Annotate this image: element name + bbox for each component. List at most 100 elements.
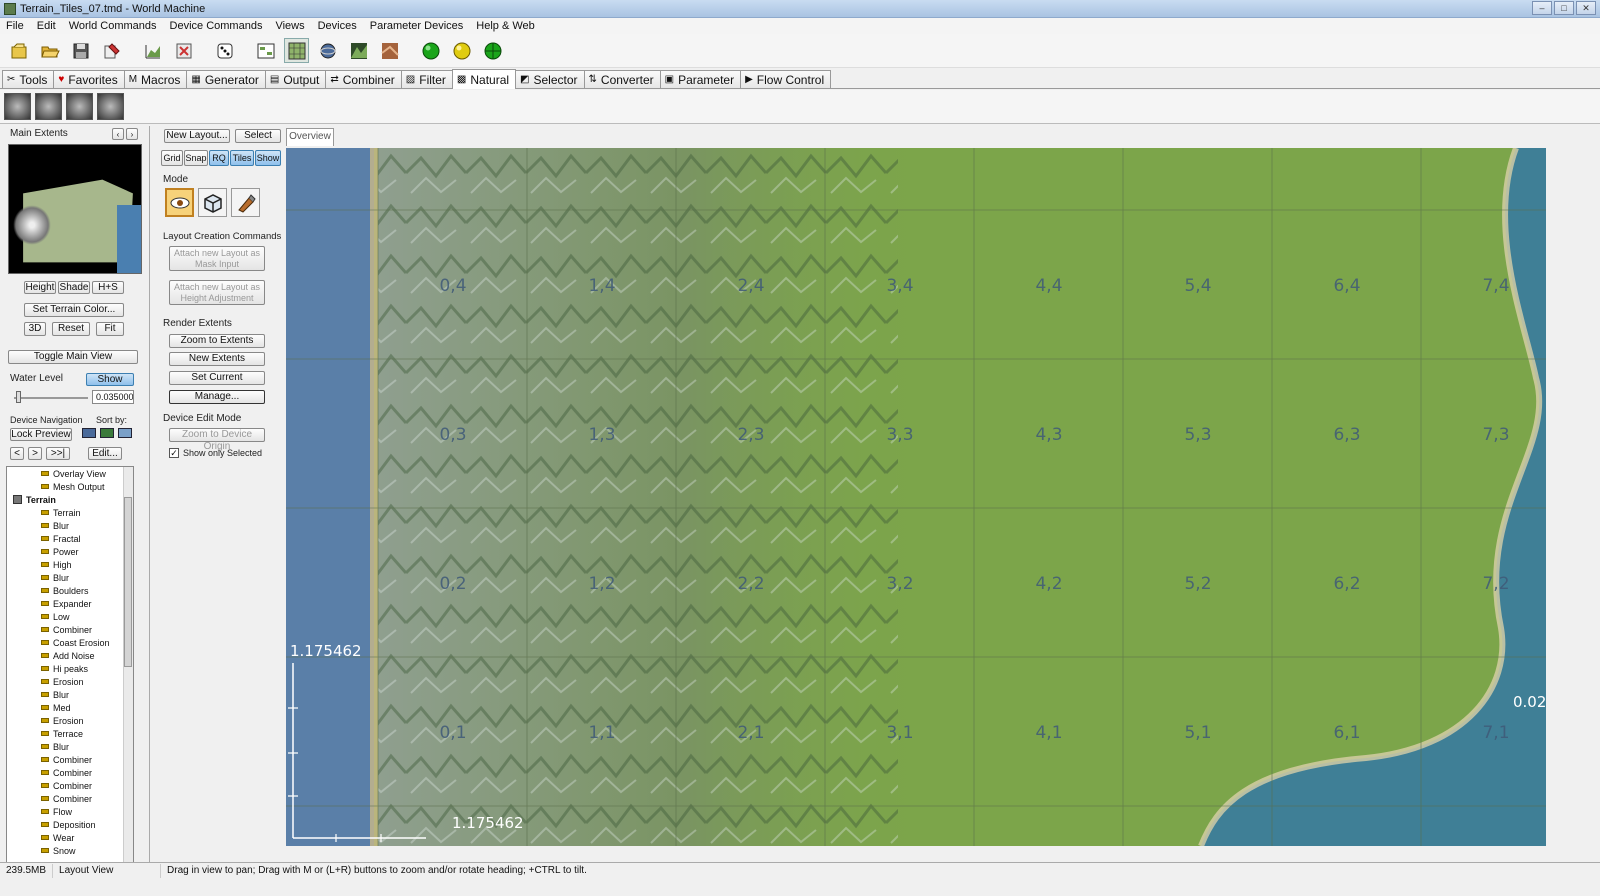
water-slider-handle[interactable]	[16, 391, 21, 403]
view-mode-button[interactable]	[165, 188, 194, 217]
sort-name-icon[interactable]	[118, 428, 132, 438]
paint-mode-button[interactable]	[231, 188, 260, 217]
tree-item[interactable]: Terrain	[7, 506, 133, 519]
tree-item[interactable]: Power	[7, 545, 133, 558]
hs-view-button[interactable]: H+S	[92, 281, 124, 294]
tree-item[interactable]: Blur	[7, 688, 133, 701]
rq-toggle[interactable]: RQ	[209, 150, 229, 166]
tab-selector[interactable]: ◩ Selector	[515, 70, 585, 88]
tab-filter[interactable]: ▨ Filter	[400, 70, 453, 88]
water-level-slider[interactable]	[14, 397, 88, 399]
maximize-button[interactable]: □	[1554, 1, 1574, 15]
coastal-erosion-device-icon[interactable]	[66, 93, 93, 120]
tree-item[interactable]: Combiner	[7, 779, 133, 792]
nav-back-button[interactable]: <	[10, 447, 24, 460]
nav-last-button[interactable]: >>|	[46, 447, 70, 460]
tab-macros[interactable]: M Macros	[123, 70, 188, 88]
snap-toggle[interactable]: Snap	[184, 150, 208, 166]
tree-item[interactable]: Mesh Output	[7, 480, 133, 493]
tree-item[interactable]: Erosion	[7, 675, 133, 688]
3d-button[interactable]: 3D	[24, 322, 46, 336]
tree-item[interactable]: Wear	[7, 831, 133, 844]
close-button[interactable]: ✕	[1576, 1, 1596, 15]
tab-flow-control[interactable]: ▶ Flow Control	[740, 70, 832, 88]
tab-natural[interactable]: ▩ Natural	[451, 69, 517, 89]
tab-converter[interactable]: ⇅ Converter	[583, 70, 661, 88]
sort-list-icon[interactable]	[82, 428, 96, 438]
snow-device-icon[interactable]	[97, 93, 124, 120]
grid-toggle[interactable]: Grid	[161, 150, 183, 166]
tab-generator[interactable]: ▦ Generator	[186, 70, 266, 88]
tree-item[interactable]: Overlay View	[7, 467, 133, 480]
new-file-icon[interactable]	[6, 38, 31, 63]
lock-preview-button[interactable]: Lock Preview	[10, 428, 72, 441]
height-view-button[interactable]: Height	[24, 281, 56, 294]
minimize-button[interactable]: –	[1532, 1, 1552, 15]
tab-combiner[interactable]: ⇄ Combiner	[325, 70, 402, 88]
show-toggle[interactable]: Show	[255, 150, 281, 166]
tree-item[interactable]: Blur	[7, 571, 133, 584]
tree-item[interactable]: Add Noise	[7, 649, 133, 662]
tree-item[interactable]: High	[7, 558, 133, 571]
menu-devices[interactable]: Devices	[318, 20, 357, 32]
nav-forward-button[interactable]: >	[28, 447, 42, 460]
tree-item[interactable]: Combiner	[7, 623, 133, 636]
box-mode-button[interactable]	[198, 188, 227, 217]
tab-favorites[interactable]: ♥ Favorites	[53, 70, 125, 88]
toggle-main-view-button[interactable]: Toggle Main View	[8, 350, 138, 364]
tree-item[interactable]: Combiner	[7, 766, 133, 779]
edit-button[interactable]: Edit...	[88, 447, 122, 460]
select-button[interactable]: Select	[235, 129, 281, 143]
world-3d-icon[interactable]	[315, 38, 340, 63]
tree-item[interactable]: Blur	[7, 519, 133, 532]
texture-view-icon[interactable]	[377, 38, 402, 63]
zoom-to-extents-button[interactable]: Zoom to Extents	[169, 334, 265, 348]
thermal-weathering-device-icon[interactable]	[35, 93, 62, 120]
tree-item[interactable]: Low	[7, 610, 133, 623]
build-status-green-icon[interactable]	[418, 38, 443, 63]
device-view-icon[interactable]	[253, 38, 278, 63]
menu-world-commands[interactable]: World Commands	[69, 20, 157, 32]
menu-help-web[interactable]: Help & Web	[476, 20, 535, 32]
tree-item[interactable]: Fractal	[7, 532, 133, 545]
tab-overview[interactable]: Overview	[286, 128, 334, 146]
tree-scrollbar[interactable]	[123, 467, 133, 865]
tree-item[interactable]: Snow	[7, 844, 133, 857]
build-selected-icon[interactable]	[171, 38, 196, 63]
build-icon[interactable]	[140, 38, 165, 63]
save-as-icon[interactable]	[99, 38, 124, 63]
new-layout-button[interactable]: New Layout...	[164, 129, 230, 143]
shade-view-button[interactable]: Shade	[58, 281, 90, 294]
tab-tools[interactable]: ✂ Tools	[2, 70, 55, 88]
set-terrain-color-button[interactable]: Set Terrain Color...	[24, 303, 124, 317]
fit-button[interactable]: Fit	[96, 322, 124, 336]
tree-item[interactable]: Blur	[7, 740, 133, 753]
random-seed-icon[interactable]	[212, 38, 237, 63]
layout-view-canvas[interactable]: 0,4 1,4 2,4 3,4 4,4 5,4 6,4 7,4 0,3 1,3 2,3 3,3 4,3 5…	[286, 148, 1546, 846]
device-tree[interactable]: Overlay View Mesh Output Terrain Terrain Blu…	[6, 466, 134, 866]
reset-button[interactable]: Reset	[52, 322, 90, 336]
tree-item[interactable]: Expander	[7, 597, 133, 610]
tree-group[interactable]: Terrain	[7, 493, 133, 506]
build-status-yellow-icon[interactable]	[449, 38, 474, 63]
main-preview[interactable]	[8, 144, 142, 274]
tiles-toggle[interactable]: Tiles	[230, 150, 254, 166]
tab-parameter[interactable]: ▣ Parameter	[659, 70, 742, 88]
tree-item[interactable]: Erosion	[7, 714, 133, 727]
tree-item[interactable]: Combiner	[7, 792, 133, 805]
tree-item[interactable]: Terrace	[7, 727, 133, 740]
tree-item[interactable]: Boulders	[7, 584, 133, 597]
tree-item[interactable]: Combiner	[7, 753, 133, 766]
open-folder-icon[interactable]	[37, 38, 62, 63]
water-level-field[interactable]: 0.035000	[92, 390, 134, 404]
tree-item[interactable]: Coast Erosion	[7, 636, 133, 649]
attach-mask-button[interactable]: Attach new Layout as Mask Input	[169, 246, 265, 271]
menu-edit[interactable]: Edit	[37, 20, 56, 32]
menu-device-commands[interactable]: Device Commands	[170, 20, 263, 32]
sort-type-icon[interactable]	[100, 428, 114, 438]
tree-item[interactable]: Hi peaks	[7, 662, 133, 675]
terrain-view-icon[interactable]	[346, 38, 371, 63]
set-current-button[interactable]: Set Current	[169, 371, 265, 385]
tree-item[interactable]: Deposition	[7, 818, 133, 831]
water-show-button[interactable]: Show	[86, 373, 134, 386]
